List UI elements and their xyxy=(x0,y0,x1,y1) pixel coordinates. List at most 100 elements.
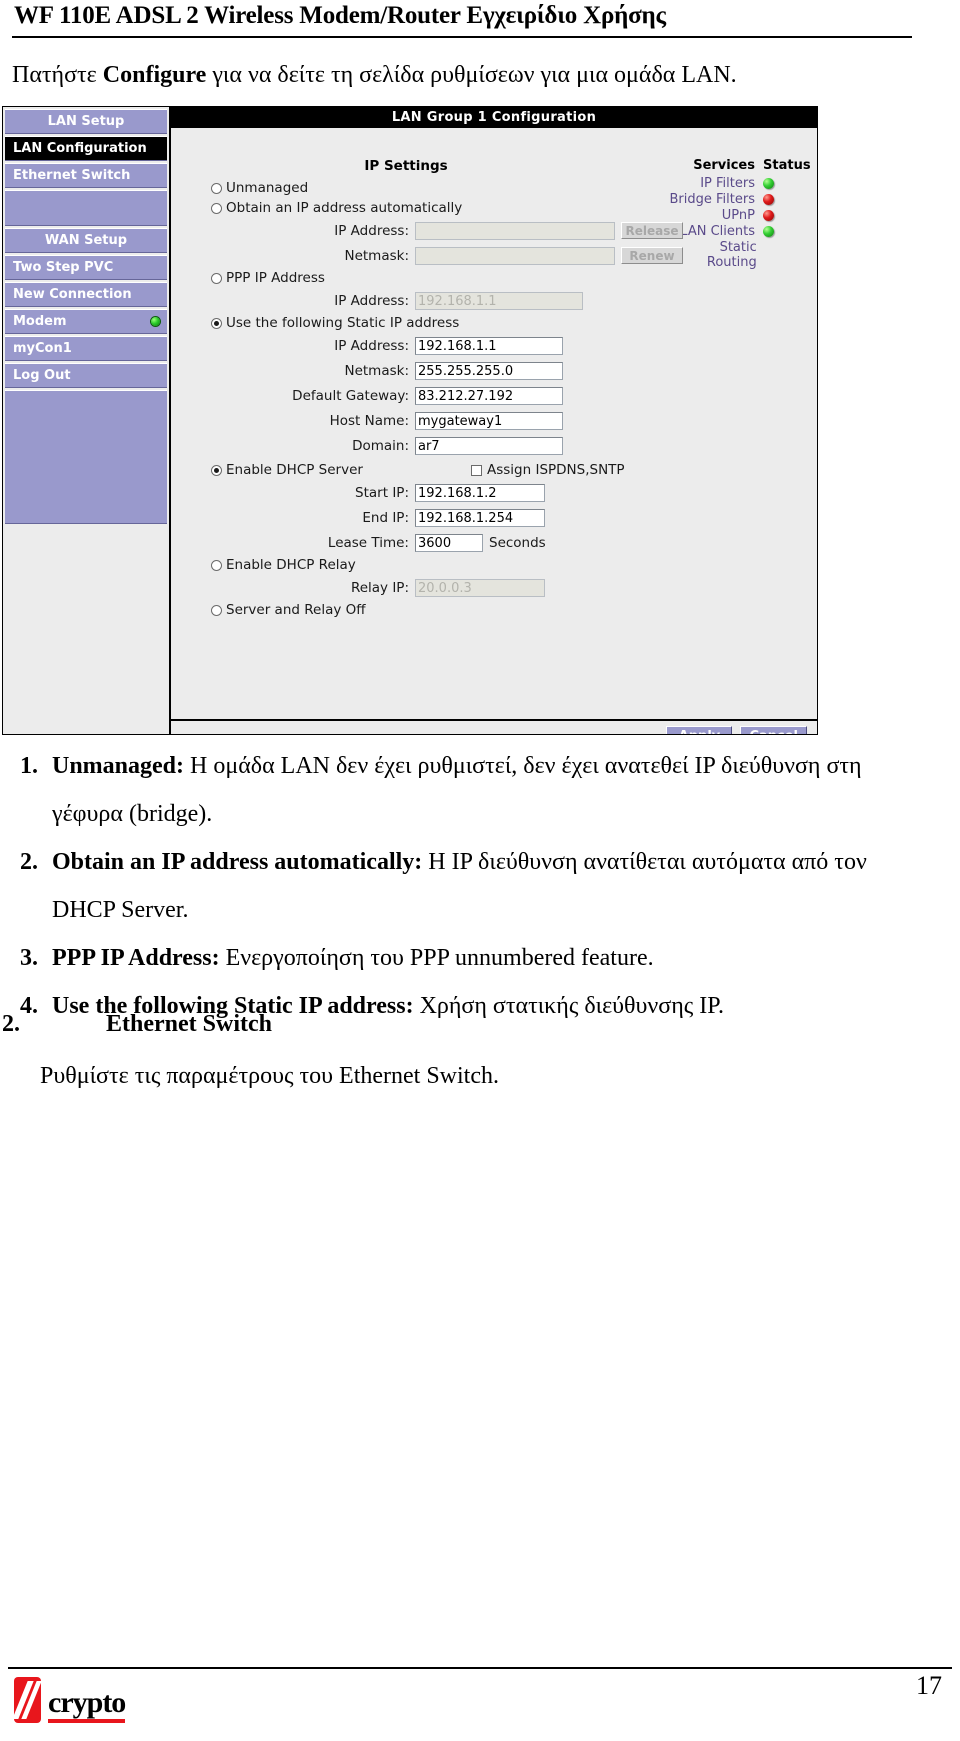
sidebar-item-new-connection[interactable]: New Connection xyxy=(5,282,167,307)
start-ip-label: Start IP: xyxy=(355,484,409,501)
checkbox-assign-ispdns-icon[interactable] xyxy=(471,464,482,476)
router-sidebar: LAN Setup LAN Configuration Ethernet Switc… xyxy=(3,107,171,734)
field-default-gateway: Default Gateway: 83.212.27.192 xyxy=(171,383,691,408)
apply-button[interactable]: Apply xyxy=(666,726,733,734)
status-green-icon xyxy=(763,178,774,189)
crypto-logo: crypto xyxy=(14,1677,126,1723)
field-static-ip: IP Address: 192.168.1.1 xyxy=(171,333,691,358)
sidebar-item-label: Log Out xyxy=(13,368,71,383)
relay-ip-label: Relay IP: xyxy=(350,579,409,596)
renew-button[interactable]: Renew xyxy=(621,247,683,264)
crypto-logo-mark-icon xyxy=(14,1677,41,1723)
relay-ip-input[interactable]: 20.0.0.3 xyxy=(415,578,545,597)
sidebar-item-label: WAN Setup xyxy=(44,233,128,248)
status-column-header: Status xyxy=(763,158,811,173)
netmask-input[interactable]: 255.255.255.0 xyxy=(415,361,563,380)
field-lease-time: Lease Time: 3600 Seconds xyxy=(171,530,691,555)
ip-settings-form: Unmanaged Obtain an IP address automatic… xyxy=(171,178,691,620)
list-item-term: Unmanaged: xyxy=(52,753,185,779)
radio-enable-dhcp-server-icon[interactable] xyxy=(211,464,222,476)
services-table-header: Services Status xyxy=(669,158,811,173)
field-netmask: Netmask: 255.255.255.0 xyxy=(171,358,691,383)
status-led-icon xyxy=(151,317,160,326)
lease-time-input[interactable]: 3600 xyxy=(415,533,483,552)
list-item-term: PPP IP Address: xyxy=(52,945,220,971)
radio-server-relay-off-icon[interactable] xyxy=(211,604,222,616)
intro-paragraph: Πατήστε Configure για να δείτε τη σελίδα… xyxy=(12,60,912,90)
status-red-icon xyxy=(763,194,774,205)
ppp-ip-label: IP Address: xyxy=(334,292,409,309)
end-ip-label: End IP: xyxy=(362,509,409,526)
radio-static-ip-icon[interactable] xyxy=(211,317,222,329)
checkbox-assign-ispdns-label: Assign ISPDNS,SNTP xyxy=(487,462,625,478)
renew-button-label: Renew xyxy=(629,249,675,263)
status-green-icon xyxy=(763,226,774,237)
field-start-ip: Start IP: 192.168.1.2 xyxy=(171,480,691,505)
radio-server-relay-off[interactable]: Server and Relay Off xyxy=(211,600,691,620)
sidebar-item-wan-setup[interactable]: WAN Setup xyxy=(5,228,167,253)
default-gateway-input[interactable]: 83.212.27.192 xyxy=(415,386,563,405)
panel-titlebar: LAN Group 1 Configuration xyxy=(171,107,817,128)
lease-time-label: Lease Time: xyxy=(327,534,409,551)
radio-unmanaged-icon[interactable] xyxy=(211,182,222,194)
host-name-input[interactable]: mygateway1 xyxy=(415,411,563,430)
status-red-icon xyxy=(763,210,774,221)
auto-netmask-label: Netmask: xyxy=(344,247,409,264)
section-ethernet-switch: 2. Ethernet Switch Ρυθμίστε τις παραμέτρ… xyxy=(0,1000,960,1100)
sidebar-item-lan-configuration[interactable]: LAN Configuration xyxy=(5,136,167,161)
radio-ppp-ip-icon[interactable] xyxy=(211,272,222,284)
status-none-icon xyxy=(765,242,776,253)
sidebar-item-modem[interactable]: Modem xyxy=(5,309,167,334)
radio-enable-dhcp-server-label: Enable DHCP Server xyxy=(226,462,363,478)
radio-enable-dhcp-relay-icon[interactable] xyxy=(211,559,222,571)
services-column-header: Services xyxy=(693,158,755,173)
list-item-number: 1. xyxy=(20,753,38,779)
ip-settings-heading: IP Settings xyxy=(364,158,448,174)
field-host-name: Host Name: mygateway1 xyxy=(171,408,691,433)
document-title: WF 110E ADSL 2 Wireless Modem/Router Εγχ… xyxy=(14,2,666,29)
sidebar-item-lan-setup[interactable]: LAN Setup xyxy=(5,109,167,134)
field-auto-ip: IP Address: Release xyxy=(171,218,691,243)
auto-ip-label: IP Address: xyxy=(334,222,409,239)
router-ui-screenshot: LAN Setup LAN Configuration Ethernet Switc… xyxy=(2,106,818,735)
sidebar-spacer-bottom xyxy=(5,390,167,524)
domain-input[interactable]: ar7 xyxy=(415,436,563,455)
list-item-text: Unmanaged: Η ομάδα LAN δεν έχει ρυθμιστε… xyxy=(52,753,862,827)
sidebar-item-ethernet-switch[interactable]: Ethernet Switch xyxy=(5,163,167,188)
radio-ppp-ip-label: PPP IP Address xyxy=(226,270,325,286)
checkbox-assign-ispdns[interactable]: Assign ISPDNS,SNTP xyxy=(471,462,625,478)
list-item-term: Obtain an IP address automatically: xyxy=(52,849,423,875)
cancel-button[interactable]: Cancel xyxy=(740,726,807,734)
radio-obtain-auto-icon[interactable] xyxy=(211,202,222,214)
sidebar-item-log-out[interactable]: Log Out xyxy=(5,363,167,388)
static-ip-input[interactable]: 192.168.1.1 xyxy=(415,336,563,355)
sidebar-item-two-step-pvc[interactable]: Two Step PVC xyxy=(5,255,167,280)
section2-number: 2. xyxy=(2,1011,20,1037)
radio-enable-dhcp-server[interactable]: Enable DHCP Server xyxy=(211,460,363,480)
release-button[interactable]: Release xyxy=(621,222,683,239)
radio-enable-dhcp-relay[interactable]: Enable DHCP Relay xyxy=(211,555,691,575)
auto-netmask-input[interactable] xyxy=(415,246,615,265)
domain-label: Domain: xyxy=(352,437,409,454)
service-status-cell xyxy=(763,176,809,189)
radio-unmanaged[interactable]: Unmanaged xyxy=(211,178,691,198)
list-item-text: PPP IP Address: Ενεργοποίηση του PPP unn… xyxy=(52,945,654,971)
sidebar-item-mycon1[interactable]: myCon1 xyxy=(5,336,167,361)
header-rule xyxy=(12,36,912,38)
intro-bold-configure: Configure xyxy=(102,62,207,88)
release-button-label: Release xyxy=(625,224,679,238)
radio-static-ip-label: Use the following Static IP address xyxy=(226,315,460,331)
lan-config-panel: IP Settings Services Status IP Filters Br… xyxy=(171,128,817,734)
radio-ppp-ip[interactable]: PPP IP Address xyxy=(211,268,691,288)
end-ip-input[interactable]: 192.168.1.254 xyxy=(415,508,545,527)
radio-static-ip[interactable]: Use the following Static IP address xyxy=(211,313,691,333)
sidebar-item-label: Two Step PVC xyxy=(13,260,114,275)
field-domain: Domain: ar7 xyxy=(171,433,691,458)
ppp-ip-input[interactable]: 192.168.1.1 xyxy=(415,291,583,310)
auto-ip-input[interactable] xyxy=(415,221,615,240)
radio-obtain-auto[interactable]: Obtain an IP address automatically xyxy=(211,198,691,218)
radio-obtain-auto-label: Obtain an IP address automatically xyxy=(226,200,463,216)
start-ip-input[interactable]: 192.168.1.2 xyxy=(415,483,545,502)
radio-server-relay-off-label: Server and Relay Off xyxy=(226,602,366,618)
intro-after: για να δείτε τη σελίδα ρυθμίσεων για μια… xyxy=(206,62,737,88)
